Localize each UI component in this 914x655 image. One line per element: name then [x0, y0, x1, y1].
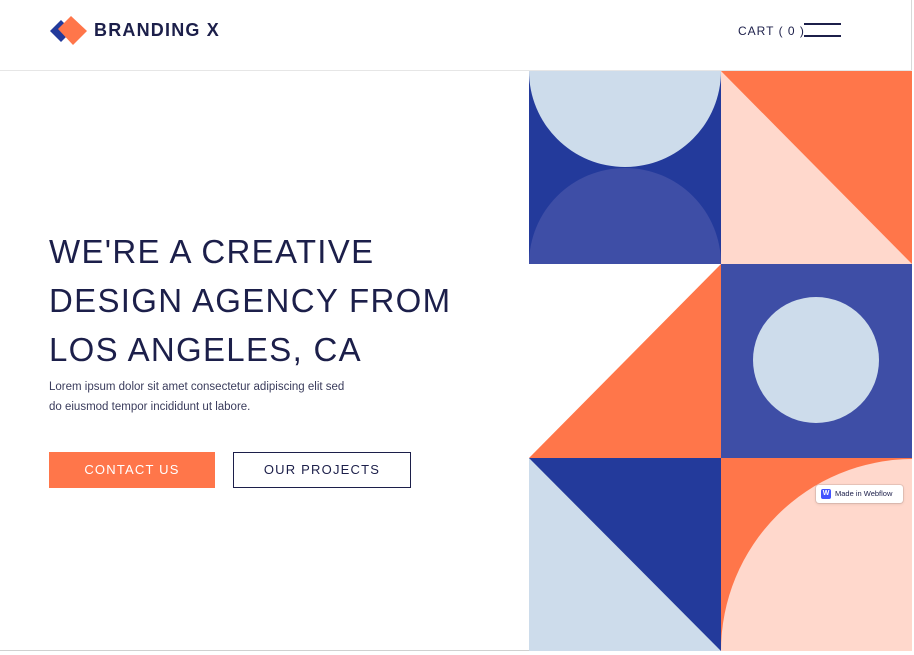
- description-line-2: do eiusmod tempor incididunt ut labore.: [49, 401, 251, 413]
- diamond-logo-icon[interactable]: [49, 15, 89, 47]
- headline-line-2: DESIGN AGENCY FROM: [49, 282, 452, 319]
- brand-name[interactable]: BRANDING X: [94, 20, 220, 41]
- badge-label: Made in Webflow: [835, 489, 893, 498]
- site-header: BRANDING X CART ( 0 ): [0, 0, 912, 71]
- cart-link[interactable]: CART ( 0 ): [738, 24, 805, 38]
- geometric-hero-illustration: [529, 71, 912, 651]
- hero-description: Lorem ipsum dolor sit amet consectetur a…: [49, 377, 369, 417]
- our-projects-button[interactable]: OUR PROJECTS: [233, 452, 411, 488]
- menu-line-top: [804, 23, 841, 25]
- description-line-1: Lorem ipsum dolor sit amet consectetur a…: [49, 381, 345, 393]
- made-in-webflow-badge[interactable]: W Made in Webflow: [816, 485, 903, 503]
- hero-headline: WE'RE A CREATIVE DESIGN AGENCY FROM LOS …: [49, 227, 519, 374]
- webflow-icon: W: [821, 489, 831, 499]
- headline-line-1: WE'RE A CREATIVE: [49, 233, 375, 270]
- hamburger-menu-icon[interactable]: [804, 22, 842, 40]
- light-circle: [753, 297, 879, 423]
- headline-line-3: LOS ANGELES, CA: [49, 331, 362, 368]
- page: BRANDING X CART ( 0 ) WE'RE A CREATIVE D…: [0, 0, 912, 651]
- menu-line-bottom: [804, 35, 841, 37]
- contact-us-button[interactable]: CONTACT US: [49, 452, 215, 488]
